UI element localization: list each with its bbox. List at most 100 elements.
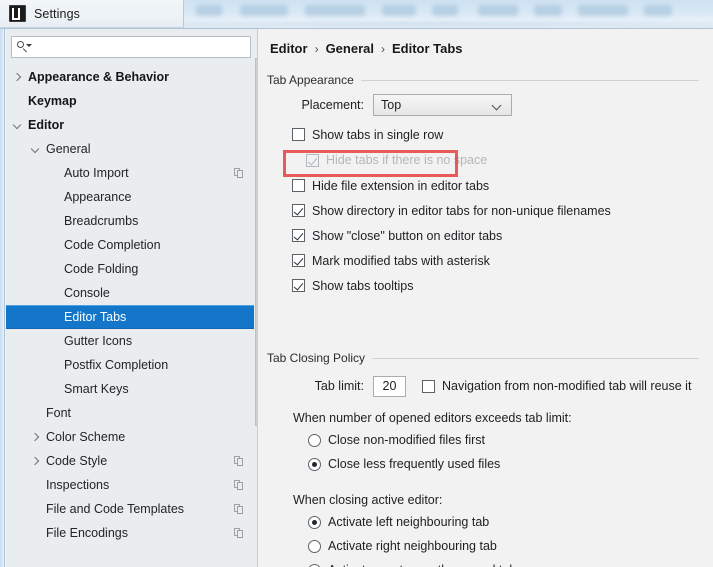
sidebar-item-postfix-completion[interactable]: Postfix Completion [6,353,258,377]
sidebar-item-editor[interactable]: Editor [6,113,258,137]
copy-settings-icon[interactable] [234,455,244,467]
radio-label: Activate most recently opened tab [328,563,516,567]
tab-appearance-title: Tab Appearance [267,73,699,87]
sidebar-item-label: Appearance & Behavior [28,70,170,84]
sidebar-item-smart-keys[interactable]: Smart Keys [6,377,258,401]
copy-settings-icon[interactable] [234,167,244,179]
search-input[interactable] [35,37,239,57]
sidebar-item-label: Keymap [28,94,77,108]
checkbox-label: Show tabs in single row [312,127,444,142]
sidebar-item-code-completion[interactable]: Code Completion [6,233,258,257]
navigation-reuse-label: Navigation from non-modified tab will re… [442,379,692,393]
sidebar-item-label: Auto Import [64,166,129,180]
checkbox-label: Show tabs tooltips [312,278,414,293]
sidebar-item-file-and-code-templates[interactable]: File and Code Templates [6,497,258,521]
checkbox-row[interactable]: Show tabs tooltips [292,273,699,298]
sidebar-item-label: Gutter Icons [64,334,133,348]
window-titlebar: Settings [0,0,184,28]
chevron-right-icon: › [314,41,319,56]
sidebar-item-label: Code Completion [64,238,161,252]
chevron-right-icon[interactable] [12,72,23,83]
placement-dropdown[interactable]: Top [373,94,512,116]
sidebar-item-auto-import[interactable]: Auto Import [6,161,258,185]
sidebar-item-editor-tabs[interactable]: Editor Tabs [6,305,258,329]
checkbox-row[interactable]: Show directory in editor tabs for non-un… [292,198,699,223]
chevron-right-icon[interactable] [30,432,41,443]
copy-settings-icon[interactable] [234,479,244,491]
radio-row[interactable]: Activate most recently opened tab [308,558,699,567]
window-left-frame [0,29,5,567]
breadcrumb: Editor › General › Editor Tabs [270,41,463,56]
radio-row[interactable]: Close non-modified files first [308,428,699,452]
breadcrumb-part-editor[interactable]: Editor [270,41,308,56]
search-icon [17,40,32,54]
copy-settings-icon[interactable] [234,503,244,515]
tab-appearance-checkbox-list: Show tabs in single row Hide tabs if ther… [292,122,699,298]
checkbox-label: Show directory in editor tabs for non-un… [312,203,611,218]
sidebar-item-label: Editor [28,118,65,132]
radio-row[interactable]: Close less frequently used files [308,452,699,476]
radio-label: Activate right neighbouring tab [328,539,497,553]
closing-editor-radio-activate-most-recently-opened-tab[interactable] [308,563,321,567]
navigation-reuse-checkbox[interactable] [422,379,435,393]
sidebar-item-keymap[interactable]: Keymap [6,89,258,113]
sidebar-item-appearance[interactable]: Appearance [6,185,258,209]
sidebar-item-breadcrumbs[interactable]: Breadcrumbs [6,209,258,233]
settings-sidebar: Appearance & Behavior Keymap Editor General… [6,29,263,567]
sidebar-item-color-scheme[interactable]: Color Scheme [6,425,258,449]
breadcrumb-part-editor-tabs: Editor Tabs [391,41,463,56]
exceeds-limit-label: When number of opened editors exceeds ta… [293,411,572,425]
sidebar-item-code-style[interactable]: Code Style [6,449,258,473]
exceeds-limit-radio-close-less-frequently-used-files[interactable] [308,457,321,471]
sidebar-item-label: Postfix Completion [64,358,169,372]
checkbox-label: Hide tabs if there is no space [326,153,488,167]
copy-settings-icon[interactable] [234,527,244,539]
tab-closing-policy-group: Tab Closing Policy Tab limit: 20 Navigat… [267,351,699,567]
sidebar-item-file-encodings[interactable]: File Encodings [6,521,258,545]
checkbox-show-directory-in-editor-tabs-for-non-unique-filenames[interactable] [292,204,305,217]
radio-label: Activate left neighbouring tab [328,515,490,529]
breadcrumb-part-general[interactable]: General [326,41,374,56]
chevron-down-icon [493,102,502,111]
checkbox-label: Hide file extension in editor tabs [312,178,490,193]
radio-row[interactable]: Activate right neighbouring tab [308,534,699,558]
checkbox-row[interactable]: Hide file extension in editor tabs [292,173,699,198]
closing-active-editor-label: When closing active editor: [293,493,443,507]
checkbox-mark-modified-tabs-with-asterisk[interactable] [292,254,305,267]
checkbox-label: Show "close" button on editor tabs [312,228,503,243]
chevron-right-icon[interactable] [30,456,41,467]
sidebar-item-console[interactable]: Console [6,281,258,305]
settings-tree[interactable]: Appearance & Behavior Keymap Editor General… [6,65,258,567]
radio-row[interactable]: Activate left neighbouring tab [308,510,699,534]
closing-editor-radio-activate-right-neighbouring-tab[interactable] [308,539,321,553]
sidebar-item-inspections[interactable]: Inspections [6,473,258,497]
radio-label: Close less frequently used files [328,457,501,471]
search-box[interactable] [11,36,251,58]
sidebar-item-code-folding[interactable]: Code Folding [6,257,258,281]
sidebar-item-gutter-icons[interactable]: Gutter Icons [6,329,258,353]
group-rule [360,79,699,81]
checkbox-row[interactable]: Show tabs in single row [292,122,699,147]
chevron-down-icon[interactable] [30,144,41,155]
sidebar-item-general[interactable]: General [6,137,258,161]
settings-content-panel: Editor › General › Editor Tabs Tab Appea… [258,29,713,567]
checkbox-row[interactable]: Mark modified tabs with asterisk [292,248,699,273]
closing-editor-radio-activate-left-neighbouring-tab[interactable] [308,515,321,529]
sidebar-item-label: Code Folding [64,262,139,276]
checkbox-row[interactable]: Show "close" button on editor tabs [292,223,699,248]
closing-active-editor-radio-group: Activate left neighbouring tab Activate r… [308,510,699,567]
checkbox-show-tabs-tooltips[interactable] [292,279,305,292]
sidebar-item-font[interactable]: Font [6,401,258,425]
checkbox-row[interactable]: Hide tabs if there is no space [292,147,699,173]
checkbox-hide-file-extension-in-editor-tabs[interactable] [292,179,305,192]
chevron-down-icon[interactable] [12,120,23,131]
sidebar-item-appearance-behavior[interactable]: Appearance & Behavior [6,65,258,89]
tab-limit-input[interactable]: 20 [373,375,406,397]
tab-appearance-title-text: Tab Appearance [267,73,354,87]
checkbox-show-tabs-in-single-row[interactable] [292,128,305,141]
sidebar-item-label: Inspections [46,478,110,492]
checkbox-label: Mark modified tabs with asterisk [312,253,490,268]
exceeds-limit-radio-close-non-modified-files-first[interactable] [308,433,321,447]
tab-limit-row: Tab limit: 20 Navigation from non-modifi… [285,375,699,397]
checkbox-show-close-button-on-editor-tabs[interactable] [292,229,305,242]
